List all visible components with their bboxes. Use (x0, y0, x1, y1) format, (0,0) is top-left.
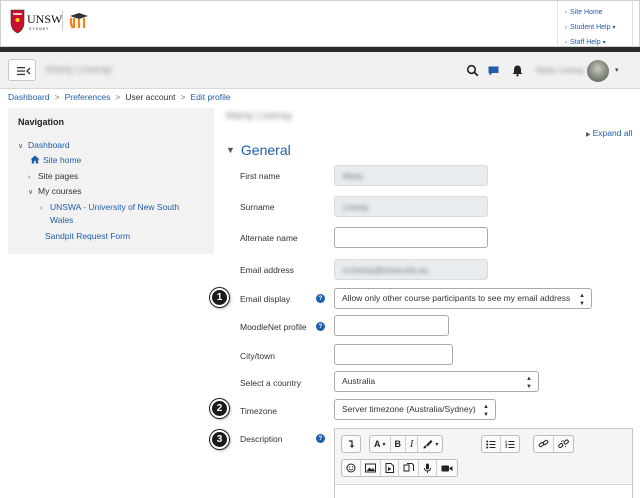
unlink-icon[interactable] (554, 436, 573, 452)
toolbar-group-style: A ▾ B I ▾ (369, 435, 444, 453)
nav-item-site-pages[interactable]: › Site pages (28, 171, 78, 181)
svg-text:SYDNEY: SYDNEY (29, 27, 49, 31)
editor-content-area[interactable] (335, 484, 632, 498)
student-help-link[interactable]: › Student Help ▾ (558, 20, 632, 35)
select-arrows-icon: ▲ ▼ (483, 404, 489, 418)
alternate-name-field[interactable] (334, 227, 488, 248)
user-menu-caret-icon[interactable]: ▾ (615, 66, 619, 74)
manage-files-icon[interactable] (399, 460, 419, 476)
breadcrumb-preferences[interactable]: Preferences (65, 92, 111, 102)
drawer-toggle-button[interactable] (8, 59, 36, 81)
surname-field[interactable]: Liveray (334, 196, 488, 217)
numbered-list-icon[interactable] (501, 436, 519, 452)
email-address-field[interactable]: m.liveray@unsw.edu.au (334, 259, 488, 280)
font-style-icon[interactable]: A ▾ (370, 436, 391, 452)
image-icon[interactable] (361, 460, 381, 476)
help-icon[interactable]: ? (316, 294, 325, 303)
collapse-caret-icon: ▼ (226, 145, 235, 155)
surname-label: Surname (240, 202, 275, 212)
email-address-label: Email address (240, 265, 294, 275)
nav-item-site-home[interactable]: Site home (30, 155, 81, 165)
select-arrows-icon: ▲ ▼ (579, 293, 585, 307)
description-editor: A ▾ B I ▾ (334, 428, 633, 498)
description-label: Description (240, 434, 283, 444)
nav-item-unswa-course[interactable]: › UNSWA - University of New South (40, 202, 179, 212)
city-town-label: City/town (240, 351, 275, 361)
menu-icon (17, 67, 31, 76)
moodlenet-profile-label: MoodleNet profile (240, 322, 307, 332)
nav-item-my-courses[interactable]: ∨ My courses (28, 186, 81, 196)
navigation-title: Navigation (18, 117, 65, 127)
user-name-redacted: Marty Liveray (536, 66, 585, 75)
expand-all-link[interactable]: ▶ Expand all (586, 128, 632, 138)
bullet-list-icon[interactable] (482, 436, 501, 452)
brand-links: › Site Home › Student Help ▾ › Staff Help ▾ (557, 1, 633, 48)
nav-item-sandpit-request[interactable]: Sandpit Request Form (45, 231, 130, 241)
chevron-right-icon: › (28, 174, 31, 181)
breadcrumb-edit-profile[interactable]: Edit profile (190, 92, 230, 102)
record-video-icon[interactable] (437, 460, 457, 476)
toolbar-group-media (341, 459, 458, 477)
help-icon[interactable]: ? (316, 322, 325, 331)
timezone-label: Timezone (240, 406, 278, 416)
breadcrumb-user-account: User account (125, 92, 176, 102)
collapse-icon[interactable] (342, 436, 360, 452)
brand-header: UNSW SYDNEY › Site Home › Student Help ▾ › S… (0, 0, 640, 48)
course-title-redacted: Marty Liveray (46, 64, 113, 76)
callout-marker-3: 3 (210, 430, 229, 449)
nav-item-unswa-course-cont[interactable]: Wales (50, 215, 73, 225)
chevron-down-icon: ∨ (18, 143, 24, 150)
toolbar-group-collapse (341, 435, 361, 453)
emoji-icon[interactable] (342, 460, 361, 476)
email-display-select[interactable]: Allow only other course participants to … (334, 288, 592, 309)
select-country-label: Select a country (240, 378, 301, 388)
unsw-logo[interactable]: UNSW SYDNEY (8, 8, 106, 36)
first-name-label: First name (240, 171, 281, 181)
paint-brush-icon[interactable]: ▾ (418, 436, 442, 452)
bell-icon[interactable] (511, 64, 524, 77)
avatar[interactable] (587, 60, 609, 82)
section-header-general[interactable]: ▼ General (226, 142, 291, 158)
breadcrumb-dashboard[interactable]: Dashboard (8, 92, 50, 102)
alternate-name-label: Alternate name (240, 233, 298, 243)
first-name-field[interactable]: Marty (334, 165, 488, 186)
svg-text:UNSW: UNSW (27, 12, 63, 26)
chevron-right-icon: › (40, 205, 43, 212)
navbar: Marty Liveray Marty Liveray ▾ (0, 52, 640, 89)
page-title-redacted: Marty Liveray (226, 110, 293, 122)
toolbar-group-links (533, 435, 574, 453)
timezone-select[interactable]: Server timezone (Australia/Sydney) ▲ ▼ (334, 399, 496, 420)
link-icon[interactable] (534, 436, 554, 452)
callout-marker-1: 1 (210, 288, 229, 307)
callout-marker-2: 2 (210, 399, 229, 418)
italic-icon[interactable]: I (406, 436, 419, 452)
home-icon (30, 155, 40, 164)
nav-item-dashboard[interactable]: ∨ Dashboard (18, 140, 70, 150)
site-home-link[interactable]: › Site Home (558, 5, 632, 20)
navigation-block: Navigation ∨ Dashboard Site home › Site pa… (8, 108, 214, 254)
toolbar-group-lists (481, 435, 520, 453)
search-icon[interactable] (466, 64, 479, 77)
city-town-field[interactable] (334, 344, 453, 365)
media-icon[interactable] (381, 460, 399, 476)
chevron-down-icon: ∨ (28, 189, 34, 196)
country-select[interactable]: Australia ▲ ▼ (334, 371, 539, 392)
help-icon[interactable]: ? (316, 434, 325, 443)
select-arrows-icon: ▲ ▼ (526, 376, 532, 390)
moodlenet-profile-field[interactable] (334, 315, 449, 336)
bold-icon[interactable]: B (391, 436, 407, 452)
chat-icon[interactable] (487, 64, 500, 77)
breadcrumb: Dashboard > Preferences > User account > Edit … (8, 92, 231, 102)
record-audio-icon[interactable] (419, 460, 437, 476)
email-display-label: Email display (240, 294, 291, 304)
